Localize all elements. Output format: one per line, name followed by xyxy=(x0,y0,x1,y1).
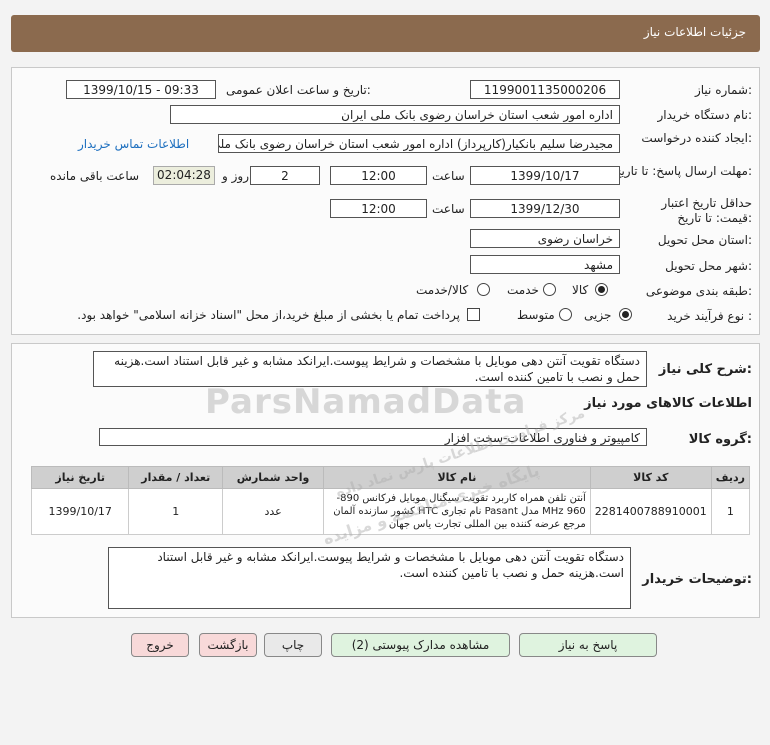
process-partial-radio[interactable] xyxy=(619,308,632,321)
province-field: خراسان رضوی xyxy=(470,229,620,248)
deadline-time-label: ساعت xyxy=(432,169,465,183)
buyer-notes-label: توضیحات خریدار: xyxy=(642,572,752,587)
summary-field: دستگاه تقویت آنتن دهی موبایل با مشخصات و… xyxy=(93,351,647,387)
need-number-label: شماره نیاز: xyxy=(694,83,752,97)
city-field: مشهد xyxy=(470,255,620,274)
category-goods-radio[interactable] xyxy=(595,283,608,296)
category-service-label: خدمت xyxy=(507,283,539,297)
category-goods-label: کالا xyxy=(572,283,589,297)
announce-datetime-field: 1399/10/15 - 09:33 xyxy=(66,80,216,99)
buyer-notes-field: دستگاه تقویت آنتن دهی موبایل با مشخصات و… xyxy=(108,547,631,609)
province-label: استان محل تحویل: xyxy=(657,233,752,247)
validity-label: حداقل تاریخ اعتبار قیمت: تا تاریخ: xyxy=(661,196,752,225)
summary-label: شرح کلی نیاز: xyxy=(658,362,752,377)
days-remaining-field: 2 xyxy=(250,166,320,185)
table-row: 1 2281400788910001 آنتن تلفن همراه کاربر… xyxy=(30,488,751,535)
countdown-timer: 02:04:28 xyxy=(153,166,215,185)
remaining-time-label: ساعت باقی مانده xyxy=(50,169,140,183)
page-header: جزئیات اطلاعات نیاز xyxy=(11,15,760,52)
goods-name-cell: آنتن تلفن همراه کاربرد تقویت سیگنال موبا… xyxy=(322,488,591,535)
goods-group-label: گروه کالا: xyxy=(688,432,752,447)
goods-table-header: ردیف کد کالا نام کالا واحد شمارش تعداد /… xyxy=(30,466,751,489)
goods-code-cell: 2281400788910001 xyxy=(589,488,712,535)
page-title: جزئیات اطلاعات نیاز xyxy=(643,25,746,39)
validity-date-field: 1399/12/30 xyxy=(470,199,620,218)
deadline-label: مهلت ارسال پاسخ: تا تاریخ: xyxy=(613,164,752,178)
goods-section-title: اطلاعات کالاهای مورد نیاز xyxy=(584,396,752,411)
buyer-contact-link[interactable]: اطلاعات تماس خریدار xyxy=(78,137,189,151)
validity-time-field: 12:00 xyxy=(330,199,427,218)
col-row: ردیف xyxy=(710,466,751,489)
process-medium-label: متوسط xyxy=(517,308,555,322)
reply-button[interactable]: پاسخ به نیاز xyxy=(519,633,657,657)
process-partial-label: جزیی xyxy=(584,308,612,322)
category-service-radio[interactable] xyxy=(543,283,556,296)
requester-field: مجیدرضا سلیم بانکیار(کارپرداز) اداره امو… xyxy=(218,134,620,153)
col-date: تاریخ نیاز xyxy=(30,466,130,489)
buyer-org-label: نام دستگاه خریدار: xyxy=(657,108,753,122)
days-label: روز و xyxy=(222,169,249,183)
need-number-field: 1199001135000206 xyxy=(470,80,620,99)
unit-cell: عدد xyxy=(222,488,324,535)
category-both-label: کالا/خدمت xyxy=(416,283,469,297)
buyer-org-field: اداره امور شعب استان خراسان رضوی بانک مل… xyxy=(170,105,620,124)
deadline-time-field: 12:00 xyxy=(330,166,427,185)
validity-time-label: ساعت xyxy=(432,202,465,216)
goods-table: ردیف کد کالا نام کالا واحد شمارش تعداد /… xyxy=(30,466,751,535)
view-attachments-button[interactable]: مشاهده مدارک پیوستی (2) xyxy=(331,633,510,657)
col-qty: تعداد / مقدار xyxy=(128,466,224,489)
print-button[interactable]: چاپ xyxy=(264,633,322,657)
row-number-cell: 1 xyxy=(710,488,751,535)
treasury-payment-label: پرداخت تمام یا بخشی از مبلغ خرید،از محل … xyxy=(77,308,460,322)
requester-label: ایجاد کننده درخواست: xyxy=(641,131,752,145)
city-label: شهر محل تحویل: xyxy=(665,259,752,273)
qty-cell: 1 xyxy=(128,488,224,535)
announce-label: تاریخ و ساعت اعلان عمومی: xyxy=(226,83,371,97)
goods-group-field: کامپیوتر و فناوری اطلاعات-سخت افزار xyxy=(99,428,647,446)
back-button[interactable]: بازگشت xyxy=(199,633,257,657)
exit-button[interactable]: خروج xyxy=(131,633,189,657)
deadline-date-field: 1399/10/17 xyxy=(470,166,620,185)
need-date-cell: 1399/10/17 xyxy=(30,488,130,535)
process-label: نوع فرآیند خرید : xyxy=(667,309,752,323)
category-both-radio[interactable] xyxy=(477,283,490,296)
col-unit: واحد شمارش xyxy=(222,466,324,489)
process-medium-radio[interactable] xyxy=(559,308,572,321)
col-name: نام کالا xyxy=(322,466,591,489)
treasury-payment-checkbox[interactable] xyxy=(467,308,480,321)
category-label: طبقه بندی موضوعی: xyxy=(645,284,752,298)
col-code: کد کالا xyxy=(589,466,712,489)
